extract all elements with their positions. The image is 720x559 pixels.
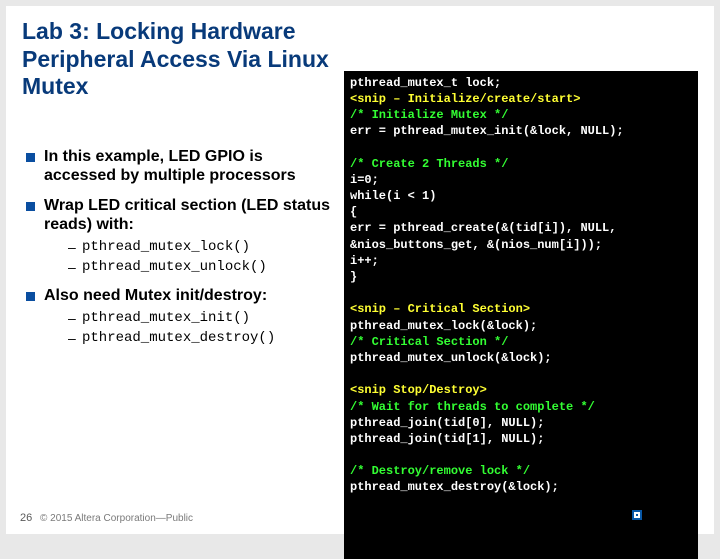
code-line: pthread_mutex_lock(&lock);	[350, 318, 692, 334]
code-line: while(i < 1)	[350, 188, 692, 204]
code-comment: /* Wait for threads to complete */	[350, 399, 692, 415]
code-line: pthread_join(tid[1], NULL);	[350, 431, 692, 447]
code-snip: <snip – Critical Section>	[350, 301, 692, 317]
slide-number: 26	[20, 512, 32, 524]
code-line: &nios_buttons_get, &(nios_num[i]));	[350, 237, 692, 253]
code-snip: <snip – Initialize/create/start>	[350, 91, 692, 107]
sub-list: pthread_mutex_init() pthread_mutex_destr…	[44, 310, 338, 347]
code-line: {	[350, 204, 692, 220]
bullet-column: In this example, LED GPIO is accessed by…	[22, 73, 344, 559]
sub-list: pthread_mutex_lock() pthread_mutex_unloc…	[44, 239, 338, 276]
code-line: pthread_mutex_unlock(&lock);	[350, 350, 692, 366]
code-line: i++;	[350, 253, 692, 269]
bullet-text: In this example, LED GPIO is accessed by…	[44, 148, 296, 185]
code-line: err = pthread_mutex_init(&lock, NULL);	[350, 123, 692, 139]
bullet-item: Wrap LED critical section (LED status re…	[22, 196, 338, 276]
code-comment: /* Critical Section */	[350, 334, 692, 350]
sub-item: pthread_mutex_lock()	[44, 239, 338, 256]
code-line: pthread_join(tid[0], NULL);	[350, 415, 692, 431]
content-row: In this example, LED GPIO is accessed by…	[22, 73, 698, 559]
code-comment: /* Create 2 Threads */	[350, 156, 692, 172]
sub-item: pthread_mutex_destroy()	[44, 330, 338, 347]
code-comment: /* Initialize Mutex */	[350, 107, 692, 123]
bullet-item: In this example, LED GPIO is accessed by…	[22, 147, 338, 186]
code-line: i=0;	[350, 172, 692, 188]
bullet-text: Also need Mutex init/destroy:	[44, 287, 267, 304]
code-snip: <snip Stop/Destroy>	[350, 382, 692, 398]
code-line: pthread_mutex_destroy(&lock);	[350, 479, 692, 495]
sub-item: pthread_mutex_init()	[44, 310, 338, 327]
sub-item: pthread_mutex_unlock()	[44, 259, 338, 276]
copyright-text: © 2015 Altera Corporation—Public	[40, 513, 193, 524]
bullet-item: Also need Mutex init/destroy: pthread_mu…	[22, 286, 338, 347]
code-comment: /* Destroy/remove lock */	[350, 463, 692, 479]
altera-logo	[632, 506, 692, 524]
bullet-text: Wrap LED critical section (LED status re…	[44, 197, 330, 234]
bullet-list: In this example, LED GPIO is accessed by…	[22, 147, 338, 347]
code-line: pthread_mutex_t lock;	[350, 75, 692, 91]
code-line: }	[350, 269, 692, 285]
code-block: pthread_mutex_t lock; <snip – Initialize…	[344, 71, 698, 559]
code-line: err = pthread_create(&(tid[i]), NULL,	[350, 220, 692, 236]
slide: Lab 3: Locking Hardware Peripheral Acces…	[6, 6, 714, 534]
